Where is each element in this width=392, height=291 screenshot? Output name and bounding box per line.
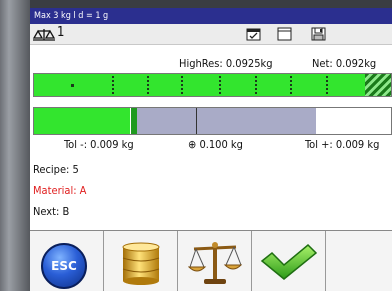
highres-readout: HighRes: 0.0925kg xyxy=(179,57,273,70)
database-button[interactable] xyxy=(104,231,178,291)
confirm-button[interactable] xyxy=(252,231,326,291)
net-value: 0.092kg xyxy=(335,57,377,70)
tolerance-bar-fill xyxy=(34,108,131,134)
checkmark-icon xyxy=(260,243,318,280)
target-weight-readout: ⊕ 0.100 kg xyxy=(188,138,243,151)
next-label: Next: B xyxy=(33,205,70,218)
weight-bar-tick xyxy=(326,76,328,94)
save-icon[interactable] xyxy=(311,27,326,41)
capacity-info: Max 3 kg l d = 1 g xyxy=(34,11,109,21)
weight-bar-overload-marker xyxy=(365,74,391,96)
weight-bar-fill xyxy=(34,74,366,96)
weight-bar-tick xyxy=(112,76,114,94)
tolerance-plus-band xyxy=(197,108,316,134)
database-icon xyxy=(122,242,160,285)
softkey-bar: ESC xyxy=(30,230,392,291)
highres-label: HighRes: xyxy=(179,57,223,70)
status-row: 1 xyxy=(30,24,392,45)
document-icon[interactable] xyxy=(277,27,292,41)
scale-number: 1 xyxy=(57,25,65,40)
weight-bar-tick xyxy=(219,76,221,94)
highres-value: 0.0925kg xyxy=(225,57,273,70)
device-bezel xyxy=(0,0,30,291)
net-label: Net: xyxy=(312,57,333,70)
scale-icon xyxy=(32,29,56,41)
weight-bar-tick xyxy=(181,76,183,94)
empty-softkey xyxy=(326,231,392,291)
weight-bar-dot xyxy=(71,84,74,87)
weight-bar-tick xyxy=(147,76,149,94)
esc-button[interactable]: ESC xyxy=(30,231,104,291)
weight-bar-tick xyxy=(255,76,257,94)
target-icon: ⊕ xyxy=(188,138,197,151)
balance-scale-icon xyxy=(188,242,242,284)
calendar-icon[interactable] xyxy=(246,27,261,41)
tolerance-minus-label: Tol -: 0.009 kg xyxy=(64,138,134,151)
target-weight-label: 0.100 kg xyxy=(199,138,243,151)
tolerance-bar-graph xyxy=(33,107,392,135)
material-label: Material: A xyxy=(33,184,87,197)
weight-bar-tick xyxy=(290,76,292,94)
recipe-label: Recipe: 5 xyxy=(33,163,79,176)
weight-bar-graph xyxy=(33,73,392,97)
esc-icon: ESC xyxy=(41,243,87,289)
header-bar: Max 3 kg l d = 1 g xyxy=(30,8,392,24)
balance-button[interactable] xyxy=(178,231,252,291)
tolerance-plus-label: Tol +: 0.009 kg xyxy=(305,138,380,151)
terminal-screen: Max 3 kg l d = 1 g 1 HighRes: 0.0925kg N… xyxy=(30,8,392,291)
net-readout: Net: 0.092kg xyxy=(312,57,376,70)
